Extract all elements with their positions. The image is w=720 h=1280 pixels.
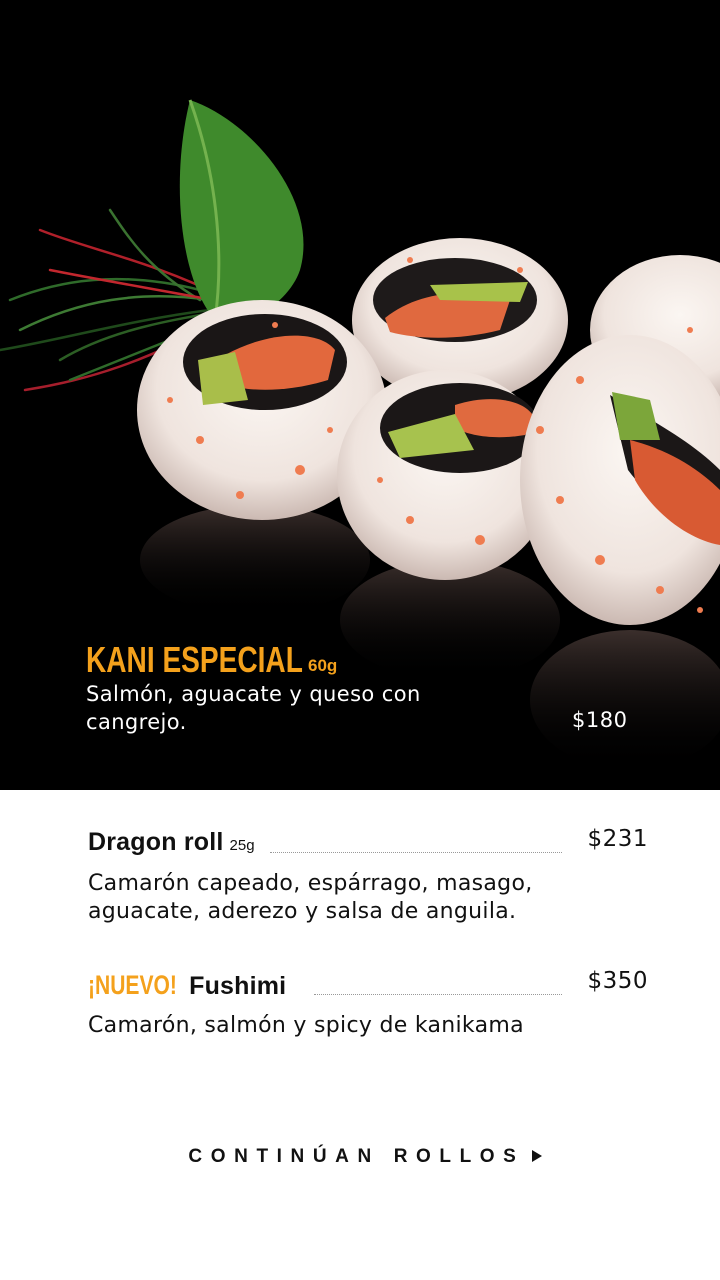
item-price: $231 [587,826,648,852]
item-name: Fushimi [189,972,287,1000]
item-weight: 25g [229,837,255,854]
hero-section: KANI ESPECIAL 60g Salmón, aguacate y que… [0,0,720,790]
continue-label: CONTINÚAN ROLLOS [188,1146,525,1167]
item-description: Camarón capeado, espárrago, masago, agua… [88,871,533,924]
hero-weight: 60g [308,656,338,675]
menu-item-fushimi: ¡NUEVO! Fushimi $350 Camarón, salmón y s… [88,968,648,1040]
dotted-leader [270,852,562,853]
hero-title-row: KANI ESPECIAL 60g [86,638,364,682]
item-description: Camarón, salmón y spicy de kanikama [88,1013,524,1038]
item-price: $350 [587,968,648,994]
item-name: Dragon roll [88,828,224,856]
dotted-leader [314,994,562,995]
play-arrow-icon [531,1149,542,1162]
hero-description: Salmón, aguacate y queso con cangrejo. [86,682,421,734]
menu-item-dragon-roll: Dragon roll 25g $231 Camarón capeado, esp… [88,826,648,926]
hero-title: KANI ESPECIAL [86,639,303,680]
continue-rolls-link[interactable]: CONTINÚAN ROLLOS [0,1146,720,1168]
hero-price: $180 [572,708,628,732]
new-badge: ¡NUEVO! [88,970,177,1000]
